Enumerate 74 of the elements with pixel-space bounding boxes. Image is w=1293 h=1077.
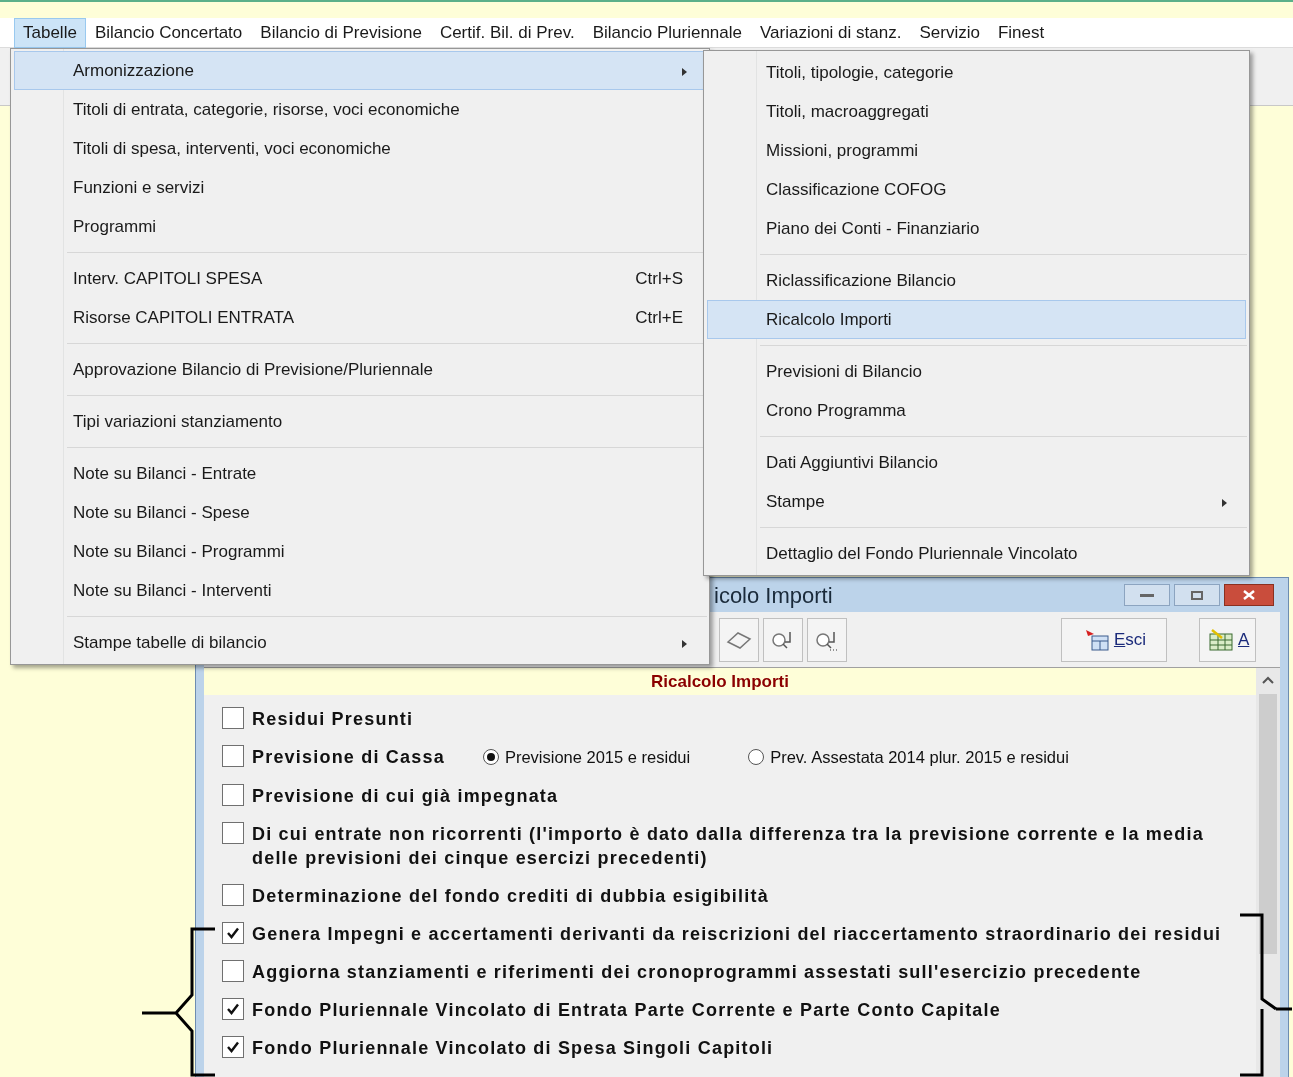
close-icon xyxy=(1243,590,1255,600)
menu-bar-item[interactable]: Servizio xyxy=(910,17,989,48)
checkbox[interactable] xyxy=(222,997,244,1020)
checkbox[interactable] xyxy=(222,783,244,806)
menu-item[interactable]: Note su Bilanci - Spese xyxy=(14,493,706,532)
close-button[interactable] xyxy=(1224,584,1274,606)
option-label: Previsione di Cassa xyxy=(252,746,445,769)
menu-bar-item[interactable]: Bilancio di Previsione xyxy=(251,17,431,48)
vertical-scrollbar[interactable] xyxy=(1256,668,1280,1077)
radio-option[interactable]: Previsione 2015 e residui xyxy=(482,745,691,770)
menu-item[interactable]: Previsioni di Bilancio xyxy=(707,352,1246,391)
radio-button[interactable] xyxy=(482,749,499,766)
menu-item[interactable]: Titoli, macroaggregati xyxy=(707,92,1246,131)
menu-item[interactable]: Riclassificazione Bilancio xyxy=(707,261,1246,300)
radio-option[interactable]: Prev. Assestata 2014 plur. 2015 e residui xyxy=(748,745,1069,770)
menu-item[interactable]: Interv. CAPITOLI SPESA Ctrl+S xyxy=(14,259,706,298)
menu-bar-item[interactable]: Certif. Bil. di Prev. xyxy=(430,17,584,48)
menu-bar-item[interactable]: Variazioni di stanz. xyxy=(751,17,911,48)
table-icon xyxy=(1206,627,1234,652)
scroll-up-icon xyxy=(1262,676,1274,684)
menu-item[interactable]: Funzioni e servizi xyxy=(14,168,706,207)
checkbox[interactable] xyxy=(222,883,244,906)
menu-item[interactable]: Missioni, programmi xyxy=(707,131,1246,170)
menu-item[interactable]: Programmi xyxy=(14,207,706,246)
menu-item[interactable]: Titoli di spesa, interventi, voci economiche xyxy=(14,129,706,168)
menu-item[interactable]: Stampe tabelle di bilancio xyxy=(14,623,706,662)
section-header: Ricalcolo Importi xyxy=(204,668,1256,695)
checkmark-icon xyxy=(226,925,240,940)
menu-item[interactable]: Piano dei Conti - Finanziario xyxy=(707,209,1246,248)
checkbox[interactable] xyxy=(222,959,244,982)
menu-item[interactable]: Risorse CAPITOLI ENTRATA Ctrl+E xyxy=(14,298,706,337)
checkmark-icon xyxy=(226,1001,240,1016)
menu-bar-item[interactable]: Bilancio Concertato xyxy=(85,17,252,48)
checkmark-icon xyxy=(226,1039,240,1054)
checkbox[interactable] xyxy=(222,745,244,767)
menu-item[interactable]: Note su Bilanci - Entrate xyxy=(14,454,706,493)
menu-item[interactable]: Titoli di entrata, categorie, risorse, voci economiche xyxy=(14,90,706,129)
menu-item[interactable]: Ricalcolo Importi xyxy=(707,300,1246,339)
menu-item[interactable]: Classificazione COFOG xyxy=(707,170,1246,209)
maximize-button[interactable] xyxy=(1174,584,1220,606)
checkbox[interactable] xyxy=(222,707,244,729)
toolbar-button[interactable] xyxy=(807,617,847,662)
menu-item[interactable]: Stampe xyxy=(707,482,1246,521)
option-label: Residui Presunti xyxy=(252,708,415,731)
menu-bar-item[interactable]: Tabelle xyxy=(14,17,86,48)
option-label: Fondo Pluriennale Vincolato di Spesa Singoli Capitoli xyxy=(252,1036,775,1060)
menu-bar-item[interactable]: Finest xyxy=(988,17,1054,48)
checkbox[interactable] xyxy=(222,1035,244,1058)
option-label: Determinazione del fondo crediti di dubbia esigibilità xyxy=(252,884,770,908)
checkbox[interactable] xyxy=(222,921,244,944)
window-title: icolo Importi xyxy=(714,581,833,610)
menu-item[interactable]: Titoli, tipologie, categorie xyxy=(707,53,1246,92)
minimize-button[interactable] xyxy=(1124,584,1170,606)
menu-item[interactable]: Dati Aggiuntivi Bilancio xyxy=(707,443,1246,482)
menu-item[interactable]: Armonizzazione xyxy=(14,51,706,90)
toolbar-button[interactable] xyxy=(719,617,759,662)
menu-item[interactable]: Note su Bilanci - Programmi xyxy=(14,532,706,571)
eraser-icon xyxy=(726,629,752,650)
option-label: Aggiorna stanziamenti e riferimenti dei cronoprogrammi assestati sull'esercizio precedente xyxy=(252,960,1143,984)
menu-item[interactable]: Crono Programma xyxy=(707,391,1246,430)
toolbar-button[interactable] xyxy=(763,617,803,662)
menu-item[interactable]: Approvazione Bilancio di Previsione/Pluriennale xyxy=(14,350,706,389)
option-label: Fondo Pluriennale Vincolato di Entrata Parte Corrente e Parte Conto Capitale xyxy=(252,998,1002,1022)
toolbar-button[interactable]: A xyxy=(1199,617,1257,662)
menu-item[interactable]: Dettaglio del Fondo Pluriennale Vincolato xyxy=(707,534,1246,573)
menu-item[interactable]: Tipi variazioni stanziamento xyxy=(14,402,706,441)
option-label: Previsione di cui già impegnata xyxy=(252,784,560,808)
radio-button[interactable] xyxy=(748,749,765,766)
toolbar-button[interactable]: Esci xyxy=(1061,617,1167,662)
option-label: Genera Impegni e accertamenti derivanti da reiscrizioni del riaccertamento straordinario dei residui xyxy=(252,922,1223,946)
menu-bar-item[interactable]: Bilancio Pluriennale xyxy=(583,17,751,48)
menu-item[interactable]: Note su Bilanci - Interventi xyxy=(14,571,706,610)
checkbox[interactable] xyxy=(222,821,244,844)
option-label: Di cui entrate non ricorrenti (l'importo è dato dalla differenza tra la previsione corrente e la media delle previsioni dei cinque esercizi precedenti) xyxy=(252,822,1205,870)
